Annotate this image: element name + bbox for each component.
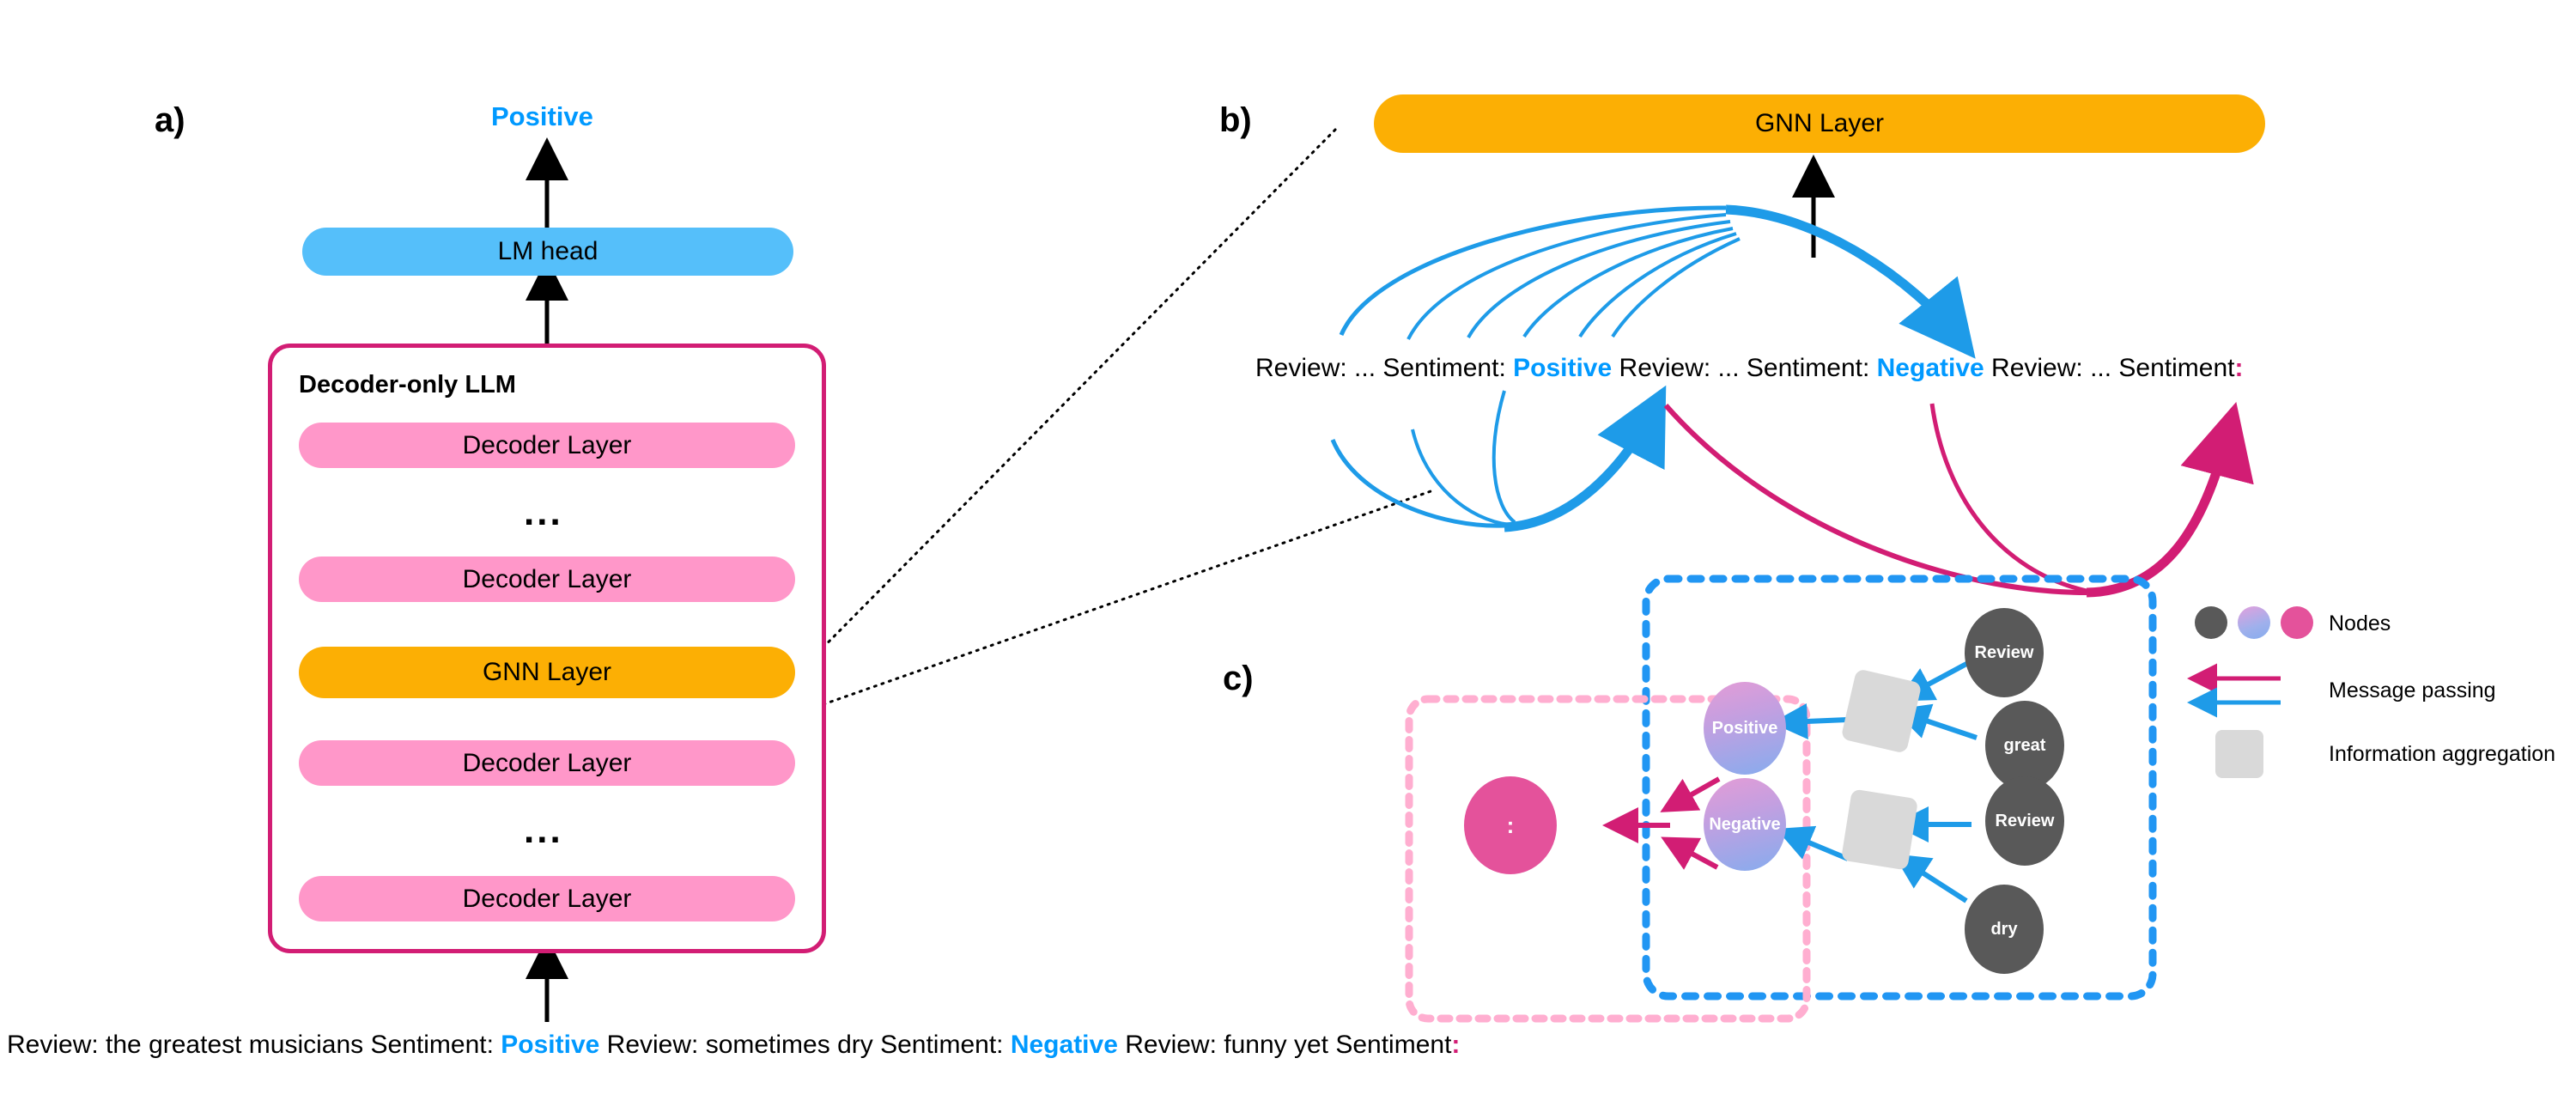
node-positive: Positive [1704,682,1786,775]
seq-seg-3: Review: funny yet Sentiment [1117,1031,1452,1059]
node-review-1: Review [1965,608,2044,697]
panel-b-lower-blue-arcs [1330,385,1667,532]
leader-line-lower [778,488,1437,721]
node-label: Review [1974,643,2034,662]
node-label: : [1506,812,1515,838]
node-label: great [2003,736,2046,755]
panel-b-gnn-layer-block: GNN Layer [1374,94,2265,153]
node-dry: dry [1965,885,2044,974]
aggregation-box-2 [1840,788,1919,871]
panel-b-gnn-layer-label: GNN Layer [1754,109,1885,137]
decoder-layer-block-4: Decoder Layer [299,876,795,921]
decoder-layer-label: Decoder Layer [462,430,632,459]
node-target-colon: : [1464,776,1557,874]
pb-seq-seg-negative: Negative [1876,354,1984,382]
legend-node-dot-magenta [2281,606,2313,639]
panel-c-letter: c) [1223,660,1254,697]
stack-ellipsis-lower: ... [524,809,563,851]
decoder-only-llm-title: Decoder-only LLM [299,371,516,398]
figure-root: a) Positive LM head Decoder-only LLM Dec… [0,0,2576,1113]
node-label: Review [1995,812,2055,830]
node-label: Negative [1709,815,1781,834]
panel-b-upper-arcs [1339,204,1976,359]
decoder-layer-block-1: Decoder Layer [299,423,795,468]
panel-b-letter: b) [1219,101,1252,139]
stack-ellipsis-upper: ... [524,491,563,533]
legend-label-nodes: Nodes [2329,611,2391,636]
seq-seg-1: Review: the greatest musicians Sentiment… [7,1031,501,1059]
legend-label-information-aggregation: Information aggregation [2329,742,2556,766]
seq-seg-positive: Positive [501,1031,600,1059]
node-label: Positive [1711,719,1778,738]
panel-a-letter: a) [155,101,185,139]
gnn-layer-label: GNN Layer [482,658,612,686]
node-negative: Negative [1704,778,1786,871]
legend-node-dot-gray [2195,606,2227,639]
pb-seq-seg-1: Review: ... Sentiment: [1255,354,1514,382]
decoder-layer-label: Decoder Layer [462,564,632,593]
decoder-layer-label: Decoder Layer [462,884,632,913]
input-sequence-line: Review: the greatest musicians Sentiment… [7,1032,1460,1058]
legend-aggregation-square [2215,730,2263,778]
legend-label-message-passing: Message passing [2329,678,2496,702]
pb-seq-seg-3: Review: ... Sentiment [1984,354,2235,382]
gnn-layer-block: GNN Layer [299,647,795,698]
pb-seq-seg-positive: Positive [1513,354,1613,382]
pb-seq-seg-target-colon: : [2234,354,2244,382]
node-label: dry [1990,920,2018,939]
lm-head-block: LM head [302,228,793,276]
panel-b-lower-magenta-arcs [1663,402,2254,598]
aggregation-box-1 [1840,668,1923,754]
decoder-layer-block-2: Decoder Layer [299,556,795,602]
seq-seg-target-colon: : [1451,1031,1461,1059]
leader-line-upper [778,125,1340,693]
decoder-layer-label: Decoder Layer [462,748,632,777]
panel-b-sequence-line: Review: ... Sentiment: Positive Review: … [1255,356,2244,381]
seq-seg-2: Review: sometimes dry Sentiment: [599,1031,1011,1059]
node-review-2: Review [1985,776,2064,866]
seq-seg-negative: Negative [1010,1031,1118,1059]
panel-a-output-label: Positive [491,101,593,131]
decoder-layer-block-3: Decoder Layer [299,740,795,786]
legend-node-dot-gradient [2238,606,2270,639]
pb-seq-seg-2: Review: ... Sentiment: [1612,354,1877,382]
lm-head-label: LM head [497,237,598,265]
